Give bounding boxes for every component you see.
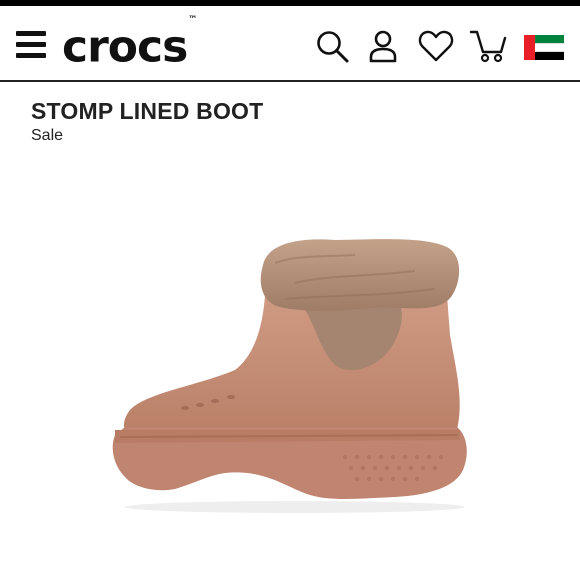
sale-tag: Sale (31, 127, 64, 144)
brand-logo[interactable]: crocs™ (62, 15, 198, 73)
site-header: crocs™ (0, 6, 580, 82)
trademark-mark: ™ (188, 15, 198, 25)
uae-flag-icon[interactable] (524, 35, 564, 60)
heart-icon[interactable] (416, 26, 456, 66)
boot-image[interactable] (95, 225, 480, 525)
account-icon[interactable] (363, 26, 403, 66)
search-icon[interactable] (312, 26, 352, 66)
cart-icon[interactable] (468, 26, 508, 66)
brand-name: crocs (62, 21, 188, 73)
menu-icon[interactable] (16, 28, 46, 60)
product-title: STOMP LINED BOOT (31, 98, 264, 124)
